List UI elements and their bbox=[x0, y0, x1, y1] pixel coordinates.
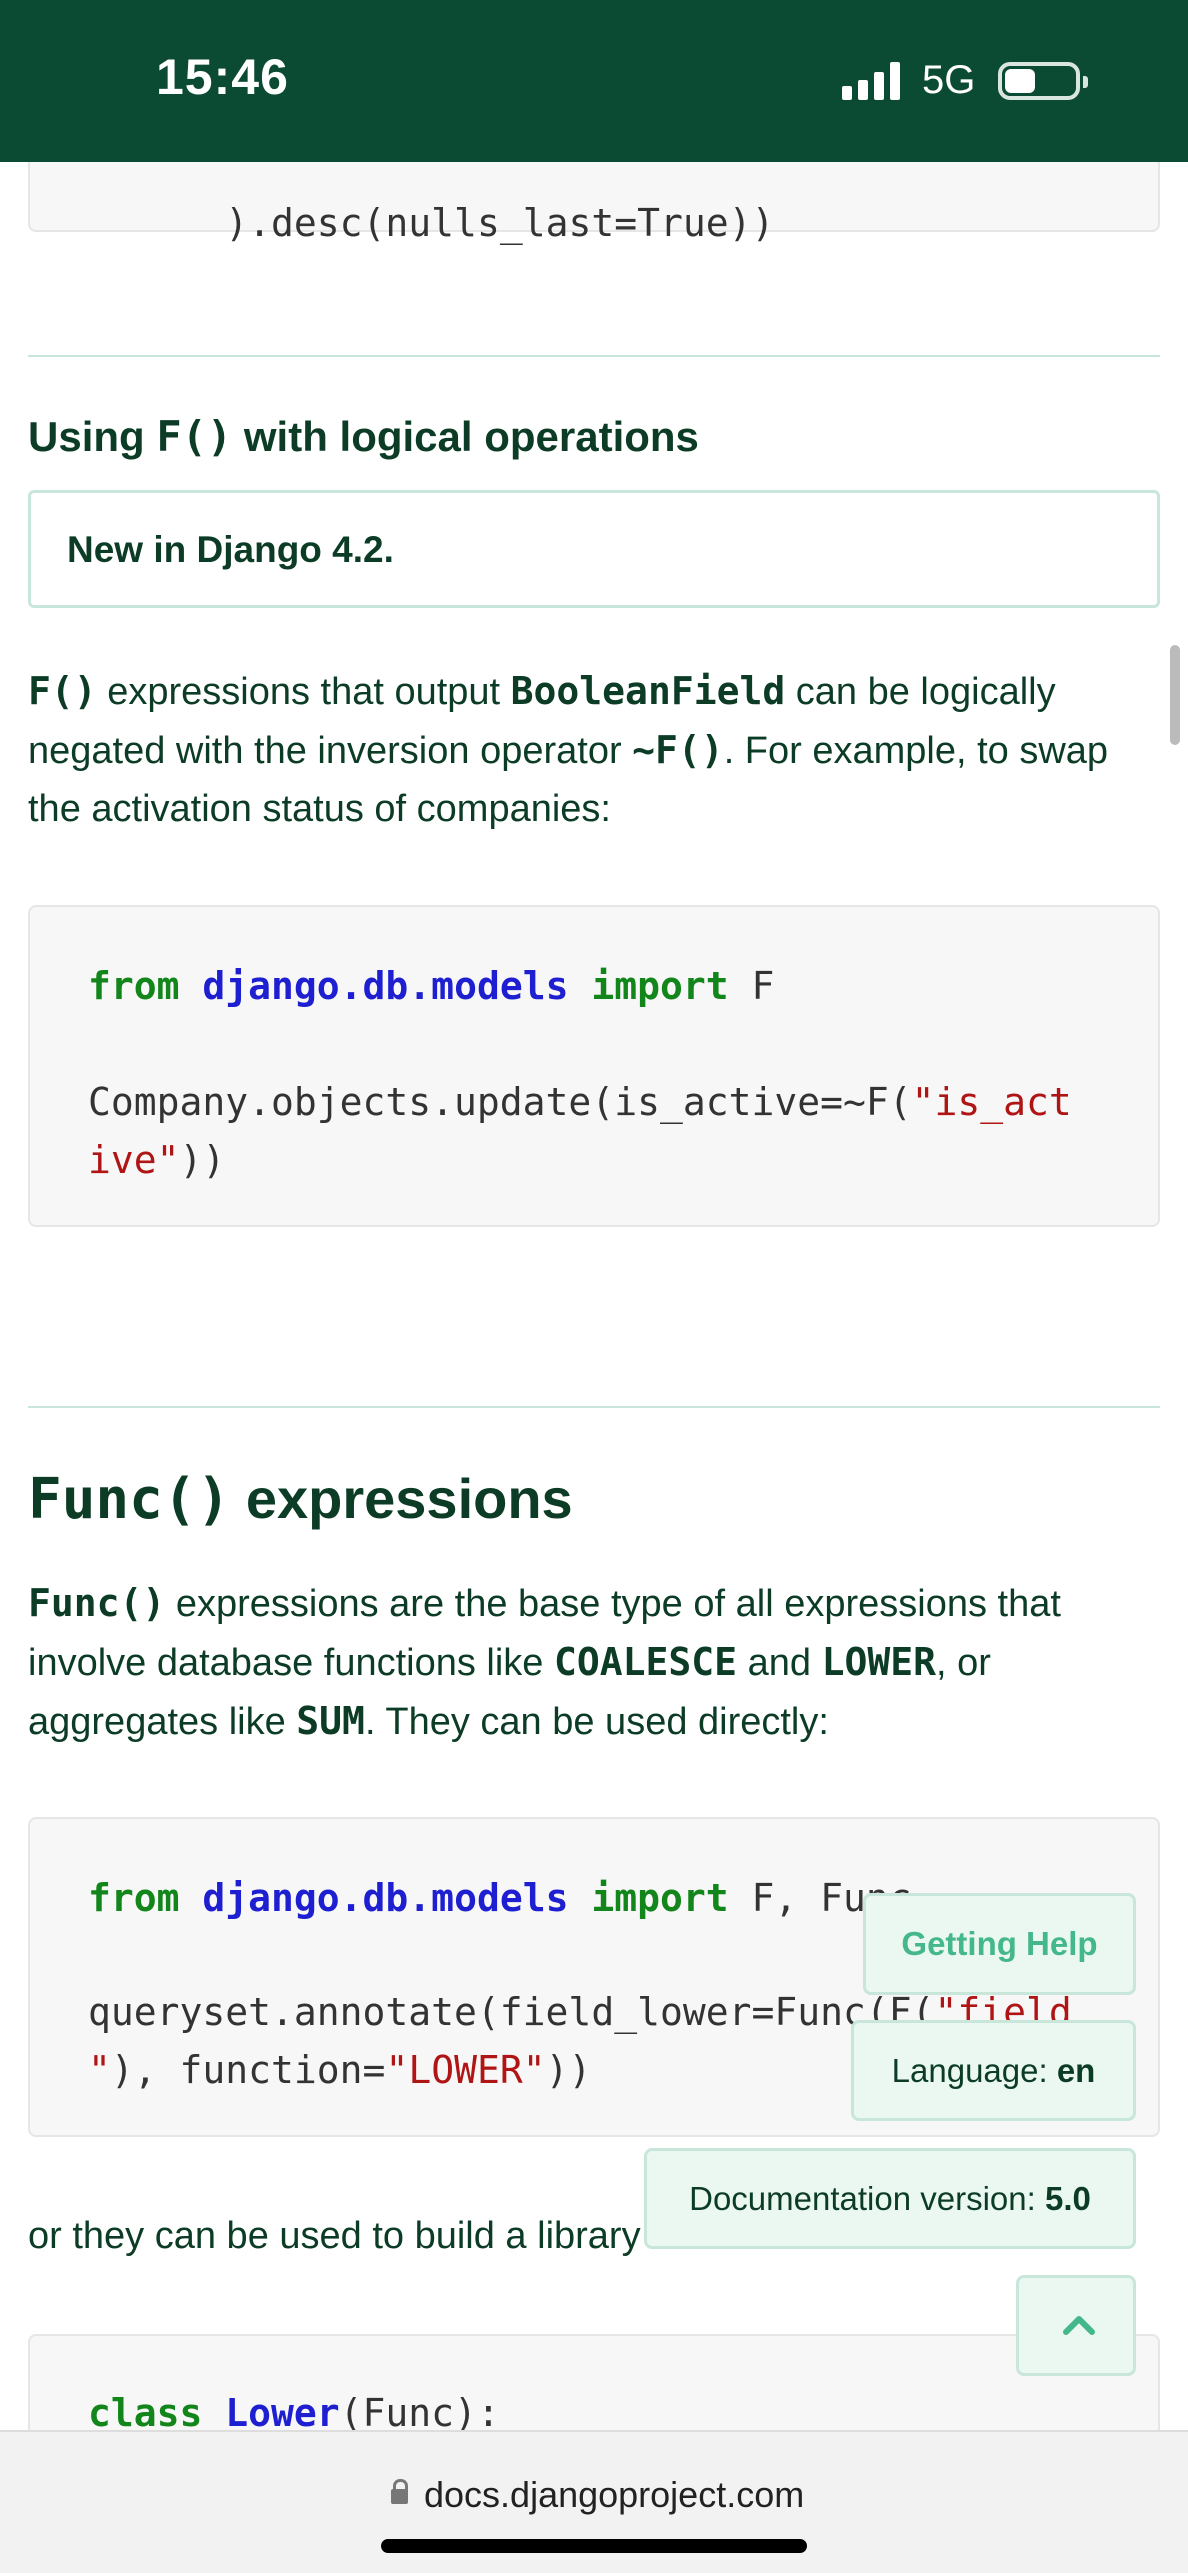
para-line: negated with the inversion operator ~F()… bbox=[28, 728, 1109, 772]
network-label: 5G bbox=[922, 58, 976, 102]
scroll-indicator[interactable] bbox=[1170, 645, 1180, 745]
back-to-top-button[interactable] bbox=[1016, 2275, 1136, 2376]
section-divider bbox=[28, 1406, 1160, 1408]
para-line: F() expressions that output BooleanField… bbox=[28, 669, 1056, 713]
para-line: the activation status of companies: bbox=[28, 788, 611, 830]
code-line: "), function="LOWER")) bbox=[88, 2048, 592, 2092]
address-bar[interactable]: docs.djangoproject.com bbox=[0, 2430, 1188, 2573]
code-line: from django.db.models import F bbox=[88, 964, 775, 1008]
paragraph-func: Func() expressions are the base type of … bbox=[28, 1574, 1168, 1751]
section-divider bbox=[28, 355, 1160, 357]
code-line: ive")) bbox=[88, 1138, 226, 1182]
battery-icon bbox=[998, 62, 1088, 100]
para-line: Func() expressions are the base type of … bbox=[28, 1581, 1061, 1625]
home-indicator[interactable] bbox=[381, 2539, 807, 2553]
code-block-lower: class Lower(Func): bbox=[28, 2334, 1160, 2430]
section-heading-func: Func() expressions bbox=[28, 1467, 573, 1532]
code-line: class Lower(Func): bbox=[88, 2391, 500, 2430]
lock-icon bbox=[391, 2479, 408, 2504]
page-content: ).desc(nulls_last=True)) Using F() with … bbox=[0, 0, 1188, 2430]
para-line: involve database functions like COALESCE… bbox=[28, 1640, 991, 1684]
getting-help-button[interactable]: Getting Help bbox=[863, 1893, 1136, 1995]
code-block-f-logical: from django.db.models import F Company.o… bbox=[28, 905, 1160, 1227]
code-line: from django.db.models import F, Func bbox=[88, 1876, 912, 1920]
paragraph-f-logical: F() expressions that output BooleanField… bbox=[28, 662, 1168, 838]
section-heading-f-logical: Using F() with logical operations bbox=[28, 412, 699, 461]
signal-icon bbox=[842, 62, 904, 100]
code-line: ).desc(nulls_last=True)) bbox=[225, 201, 775, 245]
code-line: Company.objects.update(is_active=~F("is_… bbox=[88, 1080, 1072, 1124]
documentation-version-button[interactable]: Documentation version: 5.0 bbox=[644, 2148, 1136, 2249]
para-line: aggregates like SUM. They can be used di… bbox=[28, 1699, 829, 1743]
language-button[interactable]: Language: en bbox=[851, 2020, 1136, 2121]
version-note: New in Django 4.2. bbox=[28, 490, 1160, 608]
chevron-up-icon bbox=[1063, 2316, 1095, 2335]
url-text[interactable]: docs.djangoproject.com bbox=[424, 2474, 804, 2516]
status-bar: 15:46 5G bbox=[0, 0, 1188, 162]
status-time: 15:46 bbox=[156, 49, 289, 105]
